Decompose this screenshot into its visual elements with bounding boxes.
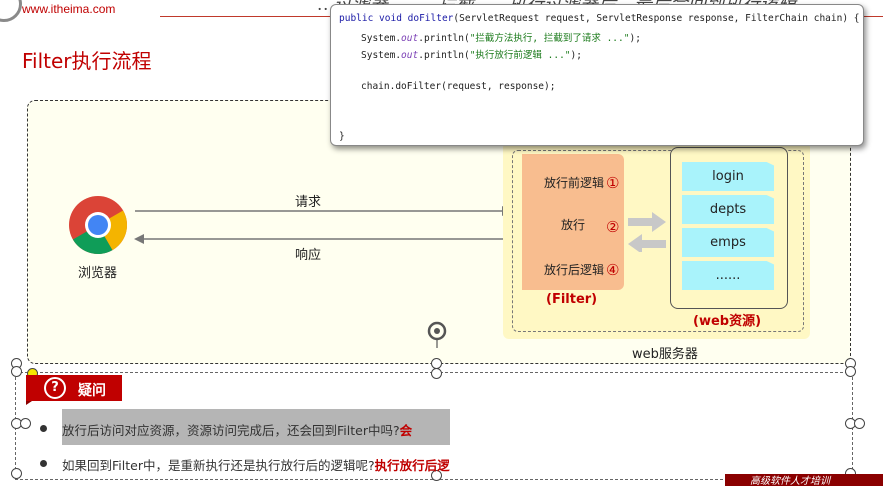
question-text: 放行后访问对应资源，资源访问完成后，还会回到Filter中吗? — [62, 423, 400, 438]
slide-title: Filter执行流程 — [22, 49, 152, 73]
resize-handle[interactable] — [845, 366, 856, 377]
step-number-1: ① — [606, 174, 620, 192]
resize-handle[interactable] — [11, 468, 22, 479]
code-popup: public void doFilter(ServletRequest requ… — [330, 4, 864, 146]
logo-icon — [0, 0, 22, 22]
code-line-3: System.out.println("执行放行前逻辑 ..."); — [361, 50, 582, 61]
filter-resource-arrows — [628, 212, 666, 252]
resize-handle[interactable] — [854, 418, 865, 429]
filter-step-pass: 放行 — [561, 218, 586, 232]
question-icon: ? — [44, 377, 66, 399]
question-answer: 执行放行后逻 — [374, 458, 450, 473]
footer-text: 高级软件人才培训 — [750, 476, 830, 487]
bullet — [40, 425, 47, 432]
resize-handle[interactable] — [11, 366, 22, 377]
resource-emps: emps — [682, 228, 774, 257]
question-badge-tail — [26, 401, 32, 405]
resource-depts: depts — [682, 195, 774, 224]
resize-handle[interactable] — [20, 418, 31, 429]
chrome-browser-icon — [69, 196, 127, 254]
resource-login: login — [682, 162, 774, 191]
web-resources-label: (web资源) — [693, 314, 762, 329]
request-response-arrows — [134, 206, 512, 244]
question-item-2[interactable]: 如果回到Filter中，是重新执行还是执行放行后的逻辑呢?执行放行后逻 — [62, 455, 450, 474]
question-badge — [26, 375, 122, 401]
question-badge-label: 疑问 — [78, 383, 106, 399]
code-line-4: chain.doFilter(request, response); — [361, 81, 556, 92]
filter-step-after: 放行后逻辑 — [544, 263, 605, 277]
request-label: 请求 — [295, 195, 322, 210]
filter-label: (Filter) — [546, 292, 598, 307]
resize-handle[interactable] — [431, 368, 442, 379]
code-line-1: public void doFilter(ServletRequest requ… — [339, 13, 860, 24]
step-number-2: ② — [606, 218, 620, 236]
question-answer: 会 — [399, 423, 413, 438]
response-label: 响应 — [295, 248, 322, 263]
resource-more: ...... — [682, 261, 774, 290]
question-item-1[interactable]: 放行后访问对应资源，资源访问完成后，还会回到Filter中吗?会 — [62, 420, 412, 439]
web-server-label: web服务器 — [632, 347, 698, 362]
code-line-5: } — [339, 131, 345, 142]
code-line-2: System.out.println("拦截方法执行, 拦截到了请求 ...")… — [361, 33, 641, 44]
step-number-4: ④ — [606, 261, 620, 279]
site-url: www.itheima.com — [22, 2, 116, 16]
filter-step-before: 放行前逻辑 — [544, 176, 605, 190]
browser-label: 浏览器 — [78, 266, 118, 281]
rotate-handle-icon[interactable] — [426, 320, 448, 350]
question-text: 如果回到Filter中，是重新执行还是执行放行后的逻辑呢? — [62, 458, 375, 473]
bullet — [40, 460, 47, 467]
